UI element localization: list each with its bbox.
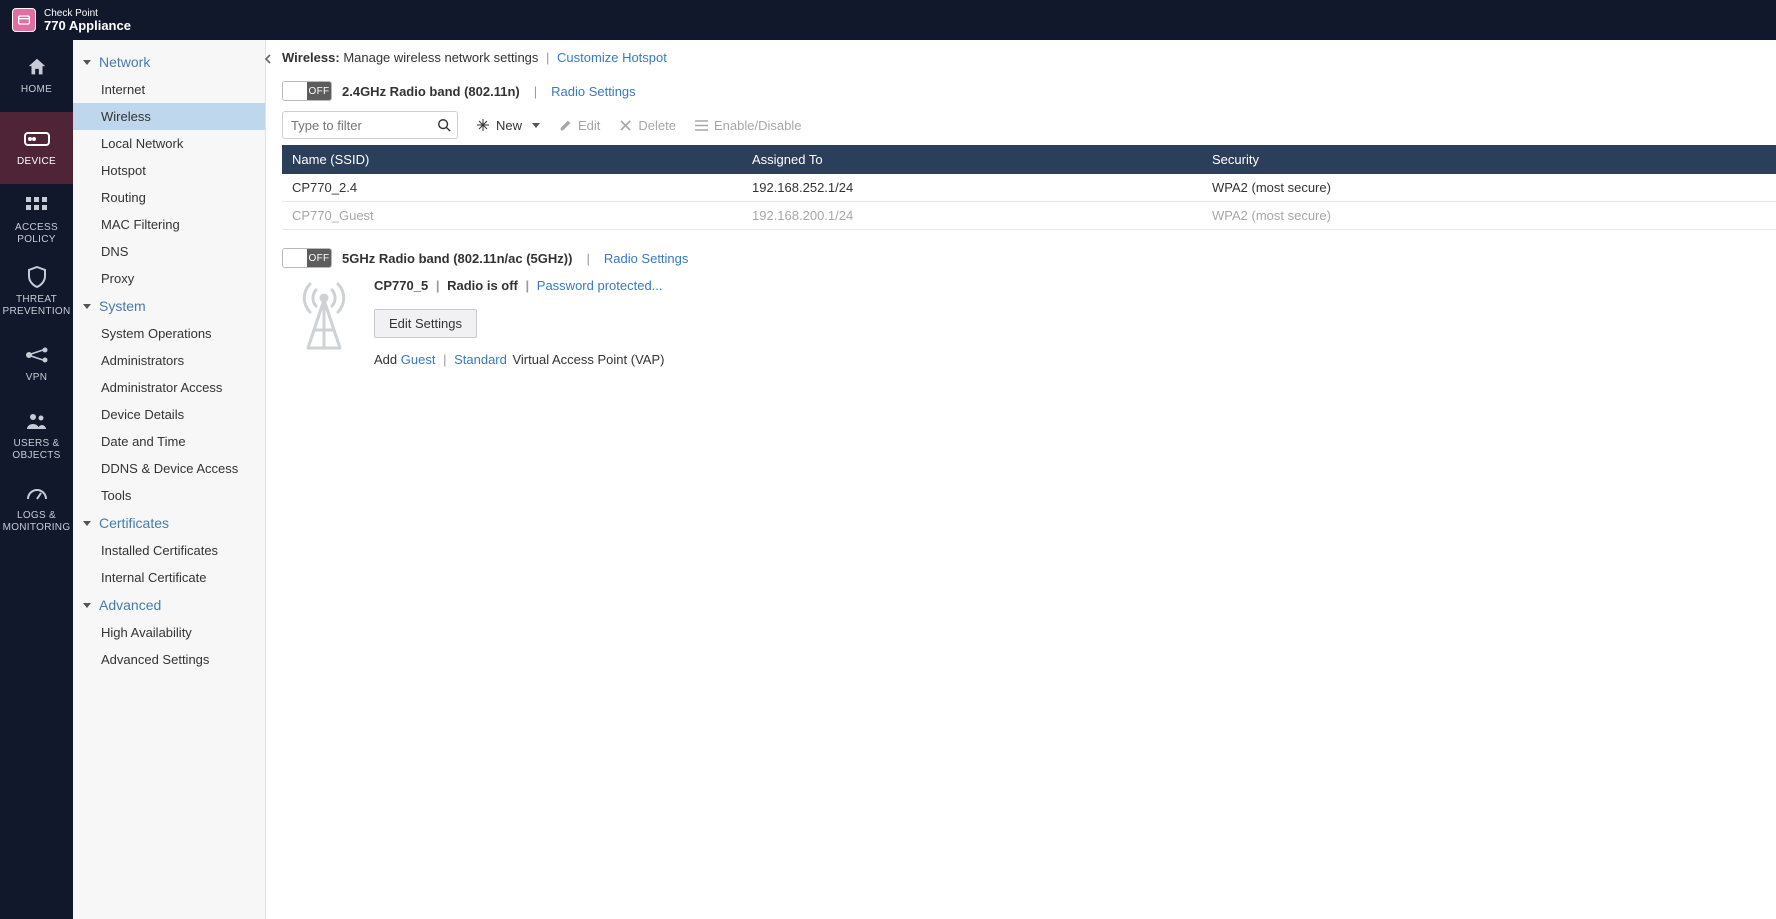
nav-logs-monitoring[interactable]: LOGS & MONITORING [0, 472, 73, 544]
caret-down-icon [83, 603, 91, 608]
sidebar-item-local-network[interactable]: Local Network [73, 130, 265, 157]
delete-button[interactable]: Delete [618, 118, 676, 133]
sidebar-item-installed-certificates[interactable]: Installed Certificates [73, 537, 265, 564]
band-24-radio-settings-link[interactable]: Radio Settings [551, 84, 636, 99]
nav-home[interactable]: HOME [0, 40, 73, 112]
edit-settings-button[interactable]: Edit Settings [374, 309, 477, 338]
sidebar-group-label: Network [99, 54, 150, 70]
sidebar-item-proxy[interactable]: Proxy [73, 265, 265, 292]
col-assigned[interactable]: Assigned To [742, 145, 1202, 174]
list-icon [694, 118, 708, 132]
nav-device[interactable]: DEVICE [0, 112, 73, 184]
sidebar-item-internet[interactable]: Internet [73, 76, 265, 103]
brand-text: Check Point 770 Appliance [44, 8, 131, 33]
cell-assigned: 192.168.252.1/24 [742, 174, 1202, 202]
sidebar-group-certificates[interactable]: Certificates [73, 509, 265, 537]
plus-icon [476, 118, 490, 132]
sidebar-item-high-availability[interactable]: High Availability [73, 619, 265, 646]
sidebar: Network InternetWirelessLocal NetworkHots… [73, 40, 266, 919]
band-24-toggle-label: OFF [307, 82, 331, 100]
cell-assigned: 192.168.200.1/24 [742, 202, 1202, 230]
add-guest-link[interactable]: Guest [401, 352, 436, 367]
shield-icon [23, 266, 51, 288]
filter-input[interactable] [282, 111, 458, 139]
band-5-toggle[interactable]: OFF [282, 248, 332, 268]
caret-down-icon [83, 304, 91, 309]
x-icon [618, 118, 632, 132]
cell-security: WPA2 (most secure) [1202, 174, 1776, 202]
enable-disable-button[interactable]: Enable/Disable [694, 118, 801, 133]
cell-ssid: CP770_2.4 [282, 174, 742, 202]
cell-security: WPA2 (most secure) [1202, 202, 1776, 230]
sidebar-item-device-details[interactable]: Device Details [73, 401, 265, 428]
password-protected-link[interactable]: Password protected... [537, 278, 663, 293]
band-24-toolbar: New Edit Delete [282, 111, 1776, 139]
band-5-toggle-label: OFF [307, 249, 331, 267]
sidebar-group-label: Advanced [99, 597, 161, 613]
sidebar-item-system-operations[interactable]: System Operations [73, 320, 265, 347]
wireless-table: Name (SSID) Assigned To Security CP770_2… [282, 145, 1776, 230]
add-standard-link[interactable]: Standard [454, 352, 507, 367]
nav-access-policy[interactable]: ACCESS POLICY [0, 184, 73, 256]
band-24-toggle[interactable]: OFF [282, 81, 332, 101]
nav-vpn[interactable]: VPN [0, 328, 73, 400]
band-5-title: 5GHz Radio band (802.11n/ac (5GHz)) [342, 251, 572, 266]
brand-top: Check Point [44, 8, 131, 19]
col-ssid[interactable]: Name (SSID) [282, 145, 742, 174]
cell-ssid: CP770_Guest [282, 202, 742, 230]
band-5-radio-settings-link[interactable]: Radio Settings [604, 251, 689, 266]
caret-down-icon [83, 60, 91, 65]
sidebar-item-tools[interactable]: Tools [73, 482, 265, 509]
table-row[interactable]: CP770_2.4192.168.252.1/24WPA2 (most secu… [282, 174, 1776, 202]
primary-nav: HOME DEVICE ACCESS POLICY THREAT PREVENT… [0, 40, 73, 919]
nav-threat-prevention[interactable]: THREAT PREVENTION [0, 256, 73, 328]
chevron-down-icon [532, 123, 540, 128]
sidebar-group-system[interactable]: System [73, 292, 265, 320]
sidebar-item-date-and-time[interactable]: Date and Time [73, 428, 265, 455]
gauge-icon [23, 482, 51, 504]
table-row[interactable]: CP770_Guest192.168.200.1/24WPA2 (most se… [282, 202, 1776, 230]
new-button[interactable]: New [476, 118, 540, 133]
sidebar-item-ddns-device-access[interactable]: DDNS & Device Access [73, 455, 265, 482]
band-5ghz-section: OFF 5GHz Radio band (802.11n/ac (5GHz)) … [282, 248, 1776, 367]
sidebar-item-administrator-access[interactable]: Administrator Access [73, 374, 265, 401]
vpn-icon [23, 344, 51, 366]
col-security[interactable]: Security [1202, 145, 1776, 174]
caret-down-icon [83, 521, 91, 526]
home-icon [23, 56, 51, 78]
page-heading: Wireless: Manage wireless network settin… [282, 48, 1776, 81]
sidebar-item-hotspot[interactable]: Hotspot [73, 157, 265, 184]
sidebar-group-label: Certificates [99, 515, 169, 531]
page-subtitle: Manage wireless network settings [343, 50, 538, 65]
edit-button[interactable]: Edit [558, 118, 600, 133]
grid-icon [23, 194, 51, 216]
sidebar-item-advanced-settings[interactable]: Advanced Settings [73, 646, 265, 673]
sidebar-item-dns[interactable]: DNS [73, 238, 265, 265]
sidebar-item-administrators[interactable]: Administrators [73, 347, 265, 374]
sidebar-item-routing[interactable]: Routing [73, 184, 265, 211]
sidebar-group-network[interactable]: Network [73, 48, 265, 76]
sidebar-group-label: System [99, 298, 146, 314]
main-content: Wireless: Manage wireless network settin… [266, 40, 1776, 919]
page-title: Wireless: [282, 50, 340, 65]
brand-bottom: 770 Appliance [44, 19, 131, 33]
app-header: Check Point 770 Appliance [0, 0, 1776, 40]
antenna-icon [282, 278, 346, 355]
nav-users-objects[interactable]: USERS & OBJECTS [0, 400, 73, 472]
sidebar-group-advanced[interactable]: Advanced [73, 591, 265, 619]
pencil-icon [558, 118, 572, 132]
band-24ghz-section: OFF 2.4GHz Radio band (802.11n) | Radio … [282, 81, 1776, 230]
customize-hotspot-link[interactable]: Customize Hotspot [557, 50, 667, 65]
add-vap-line: Add Guest | Standard Virtual Access Poin… [374, 352, 1776, 367]
search-icon[interactable] [434, 115, 454, 135]
sidebar-item-wireless[interactable]: Wireless [73, 103, 265, 130]
sidebar-collapse-button[interactable] [257, 48, 279, 70]
users-icon [23, 410, 51, 432]
band-24-title: 2.4GHz Radio band (802.11n) [342, 84, 520, 99]
sidebar-item-internal-certificate[interactable]: Internal Certificate [73, 564, 265, 591]
device-icon [23, 128, 51, 150]
band-5-status-line: CP770_5 | Radio is off | Password protec… [374, 278, 1776, 293]
sidebar-item-mac-filtering[interactable]: MAC Filtering [73, 211, 265, 238]
brand-logo-icon [12, 8, 36, 32]
